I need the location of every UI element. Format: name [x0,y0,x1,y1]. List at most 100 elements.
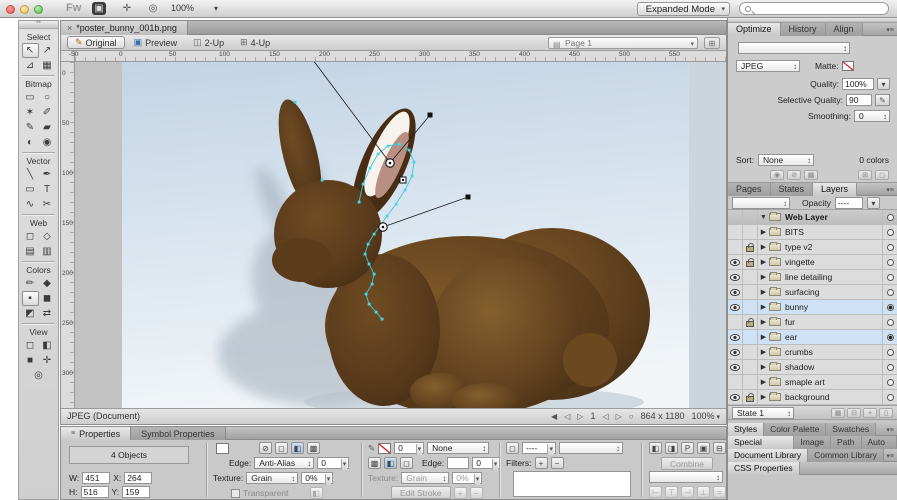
edit-stroke-button[interactable]: Edit Stroke [391,486,451,499]
fill-options-button[interactable]: ◧ [310,487,323,499]
snap-palette-button[interactable]: ▩ [804,170,818,180]
new-sublayer-button[interactable]: ⊟ [847,408,861,418]
full-screen-menus-tool[interactable]: ◧ [39,338,56,353]
vertical-ruler[interactable]: 050100150200250300 [61,62,75,408]
expand-icon[interactable]: ▶ [758,393,769,401]
combine-button[interactable]: Combine [661,457,713,470]
lock-toggle[interactable] [743,315,758,330]
marquee-tool[interactable]: ▭ [22,90,39,105]
tab-layers[interactable]: Layers [813,183,857,196]
tab-pages[interactable]: Pages [728,183,771,196]
mask-button-3[interactable]: P [681,442,694,454]
matte-swatch[interactable] [842,61,854,71]
lock-toggle[interactable] [743,240,758,255]
slice-tool[interactable]: ▤ [22,244,39,259]
tab-path[interactable]: Path [831,436,862,449]
layer-row-background[interactable]: ▶ background [728,390,897,405]
visibility-toggle[interactable] [728,225,743,240]
palette-options-button[interactable]: ◻ [875,170,889,180]
paint-bucket-tool[interactable]: ◆ [39,276,56,291]
minimize-window-button[interactable] [20,5,29,14]
stroke-texture-amount[interactable]: 0% [452,472,482,484]
first-page-button[interactable]: ◀ [551,412,557,421]
layer-row-type-v2[interactable]: ▶type v2 [728,240,897,255]
zoom-level-field[interactable]: 100% [166,2,212,15]
layer-select-radio[interactable] [882,345,897,360]
tab-states[interactable]: States [771,183,814,196]
pencil-tool[interactable]: ✎ [22,120,39,135]
opacity-slider-button[interactable]: ▾ [867,197,880,209]
layer-name[interactable]: crumbs [785,347,882,357]
layer-row-bunny[interactable]: ▶ bunny [728,300,897,315]
next-state-button[interactable]: ▷ [616,412,622,421]
tab-history[interactable]: History [781,23,826,36]
x-field[interactable] [124,472,152,484]
layer-select-radio[interactable] [882,225,897,240]
zoom-level-dropdown-icon[interactable]: ▾ [214,4,218,13]
layer-row-ear[interactable]: ▶ear [728,330,897,345]
expand-icon[interactable]: ▶ [758,378,769,386]
stroke-inside-button[interactable]: ▩ [368,457,381,469]
visibility-toggle[interactable] [728,390,743,405]
text-tool[interactable]: T [39,182,56,197]
rectangle-tool[interactable]: ▭ [22,182,39,197]
mask-button-1[interactable]: ◧ [649,442,662,454]
next-page-button[interactable]: ▷ [577,412,583,421]
lock-toggle[interactable] [743,330,758,345]
layer-select-radio[interactable] [882,210,897,225]
panel-menu-icon[interactable]: ▾≡ [886,186,894,194]
layer-row-shadow[interactable]: ▶shadow [728,360,897,375]
page-selector[interactable]: ▤ Page 1 [548,37,698,49]
layer-name[interactable]: bunny [785,302,882,312]
standard-screen-tool[interactable]: ◻ [22,338,39,353]
tab-css-properties[interactable]: CSS Properties [728,462,800,475]
tab-common-library[interactable]: Common Library [808,449,884,462]
width-field[interactable] [82,472,110,484]
lock-toggle[interactable] [743,255,758,270]
expand-icon[interactable]: ▶ [758,273,769,281]
state-selector[interactable]: State 1 [732,407,794,419]
fill-none-button[interactable]: ⊘ [259,442,272,454]
tools-panel-grip[interactable]: ** [19,21,58,29]
quality-slider-button[interactable]: ▾ [877,78,890,90]
tab-special-characters[interactable]: Special Characters [728,436,794,449]
rubber-stamp-tool[interactable]: ◉ [39,135,56,150]
tab-document-library[interactable]: Document Library [728,449,808,462]
tab-2up[interactable]: ◫ 2-Up [186,36,231,49]
stroke-size-field[interactable]: 0 [394,442,424,454]
fill-solid-button[interactable]: ◻ [275,442,288,454]
tab-preview[interactable]: ▣ Preview [127,36,185,49]
lock-toggle[interactable] [743,390,758,405]
blur-tool[interactable]: ◐ [22,135,39,150]
align-button-5[interactable]: = [713,486,726,498]
remove-filter-button[interactable]: − [551,457,564,469]
blend-mode-combo[interactable] [559,442,623,454]
delete-layer-button[interactable]: ▯ [879,408,893,418]
search-input[interactable] [739,2,889,15]
tab-styles[interactable]: Styles [728,423,764,436]
expand-icon[interactable]: ▶ [758,288,769,296]
panel-menu-icon[interactable]: ▾≡ [886,26,894,34]
collapse-icon[interactable]: ▼ [758,214,769,221]
visibility-toggle[interactable] [728,270,743,285]
layer-name[interactable]: surfacing [785,287,882,297]
lock-toggle[interactable] [743,285,758,300]
polygon-hotspot-tool[interactable]: ◇ [39,229,56,244]
stroke-center-button[interactable]: ◧ [384,457,397,469]
layer-name[interactable]: background [785,392,882,402]
layer-row-surfacing[interactable]: ▶ surfacing [728,285,897,300]
layer-name[interactable]: smaple art [785,377,882,387]
optimize-preset-combo[interactable] [738,42,850,54]
expand-icon[interactable]: ▶ [758,303,769,311]
prev-state-button[interactable]: ◁ [602,412,608,421]
stroke-minus-button[interactable]: − [470,487,483,499]
tab-properties[interactable]: ≡ Properties [61,427,131,440]
layer-select-radio[interactable] [882,270,897,285]
eraser-tool[interactable]: ▰ [39,120,56,135]
layer-row-crumbs[interactable]: ▶crumbs [728,345,897,360]
visibility-toggle[interactable] [728,255,743,270]
line-tool[interactable]: ╲ [22,167,39,182]
stroke-edge-amount[interactable]: 0 [472,457,500,469]
visibility-toggle[interactable] [728,315,743,330]
format-combo[interactable]: JPEG [736,60,800,72]
